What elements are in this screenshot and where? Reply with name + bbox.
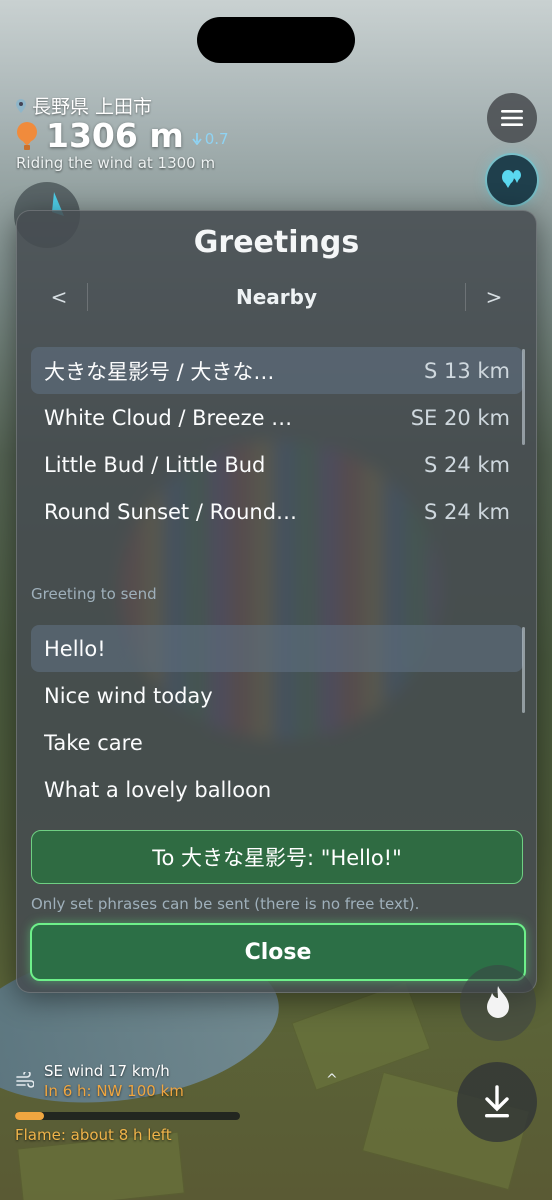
vario: 0.7 xyxy=(192,130,229,148)
list-item[interactable]: What a lovely balloon xyxy=(31,766,523,813)
flame-gauge-fill xyxy=(15,1112,45,1120)
menu-icon xyxy=(501,110,523,126)
nav-next-button[interactable]: > xyxy=(466,285,522,309)
dialog-title: Greetings xyxy=(193,225,360,260)
phrase-list[interactable]: Hello! Nice wind today Take care What a … xyxy=(31,625,525,821)
field xyxy=(291,981,431,1091)
list-item-name: 大きな星影号 / 大きな… xyxy=(44,359,275,384)
list-item[interactable]: Little Bud / Little Bud S 24 km xyxy=(31,441,523,488)
phrase-text: What a lovely balloon xyxy=(44,777,272,802)
send-greeting-button[interactable]: To 大きな星影号: "Hello!" xyxy=(31,830,523,884)
vario-value: 0.7 xyxy=(204,129,229,148)
balloons-icon xyxy=(502,170,521,188)
scrollbar[interactable] xyxy=(522,627,525,713)
nav-title: Nearby xyxy=(235,285,317,309)
wind-icon xyxy=(16,1072,34,1088)
list-item[interactable]: 大きな星影号 / 大きな… S 13 km xyxy=(31,347,523,394)
descend-button[interactable] xyxy=(457,1062,537,1142)
phrase-text: Hello! xyxy=(44,636,106,661)
phrase-text: Nice wind today xyxy=(44,683,213,708)
list-item[interactable]: Take care xyxy=(31,719,523,766)
list-item-distance: S 24 km xyxy=(423,452,510,477)
wind-current: SE wind 17 km/h xyxy=(44,1062,170,1080)
list-item[interactable]: Round Sunset / Round… S 24 km xyxy=(31,488,523,535)
wind-panel: SE wind 17 km/h In 6 h: NW 100 km xyxy=(16,1062,184,1100)
close-button[interactable]: Close xyxy=(30,923,526,981)
list-item-name: Little Bud / Little Bud xyxy=(44,452,266,477)
phrase-text: Take care xyxy=(44,730,143,755)
chevron-up-icon[interactable]: ^ xyxy=(326,1072,338,1088)
altitude-display: 1306 m 0.7 xyxy=(16,116,229,155)
menu-button[interactable] xyxy=(487,93,537,143)
wind-forecast: In 6 h: NW 100 km xyxy=(44,1082,184,1100)
burner-button[interactable] xyxy=(460,965,536,1041)
greeting-label: Greeting to send xyxy=(31,585,157,603)
descend-icon xyxy=(485,1085,509,1118)
list-item-name: Round Sunset / Round… xyxy=(44,499,298,524)
list-item-distance: S 13 km xyxy=(423,358,510,383)
altitude-value: 1306 m xyxy=(46,116,184,155)
flame-gauge xyxy=(15,1112,240,1120)
scrollbar[interactable] xyxy=(522,349,525,445)
nav-prev-button[interactable]: < xyxy=(31,285,87,309)
list-item[interactable]: Nice wind today xyxy=(31,672,523,719)
flame-remaining: Flame: about 8 h left xyxy=(15,1126,172,1144)
list-item-distance: SE 20 km xyxy=(410,405,510,430)
balloon-icon xyxy=(17,121,37,150)
dynamic-island xyxy=(197,17,355,63)
phrase-note: Only set phrases can be sent (there is n… xyxy=(31,895,420,913)
list-item-distance: S 24 km xyxy=(423,499,510,524)
greetings-dialog: Greetings < Nearby > 大きな星影号 / 大きな… S 13 … xyxy=(16,210,537,993)
list-item-name: White Cloud / Breeze … xyxy=(44,405,293,430)
arrow-down-icon xyxy=(192,132,202,145)
status-text: Riding the wind at 1300 m xyxy=(16,154,216,172)
nearby-balloons-button[interactable] xyxy=(487,155,537,205)
nearby-list[interactable]: 大きな星影号 / 大きな… S 13 km White Cloud / Bree… xyxy=(31,347,525,543)
location-text: 長野県 上田市 xyxy=(32,96,153,118)
flame-icon xyxy=(487,986,509,1018)
location-label: 長野県 上田市 xyxy=(16,92,152,119)
list-item[interactable]: White Cloud / Breeze … SE 20 km xyxy=(31,394,523,441)
list-item[interactable]: Hello! xyxy=(31,625,523,672)
category-nav: < Nearby > xyxy=(31,279,522,315)
pin-icon xyxy=(16,98,26,113)
